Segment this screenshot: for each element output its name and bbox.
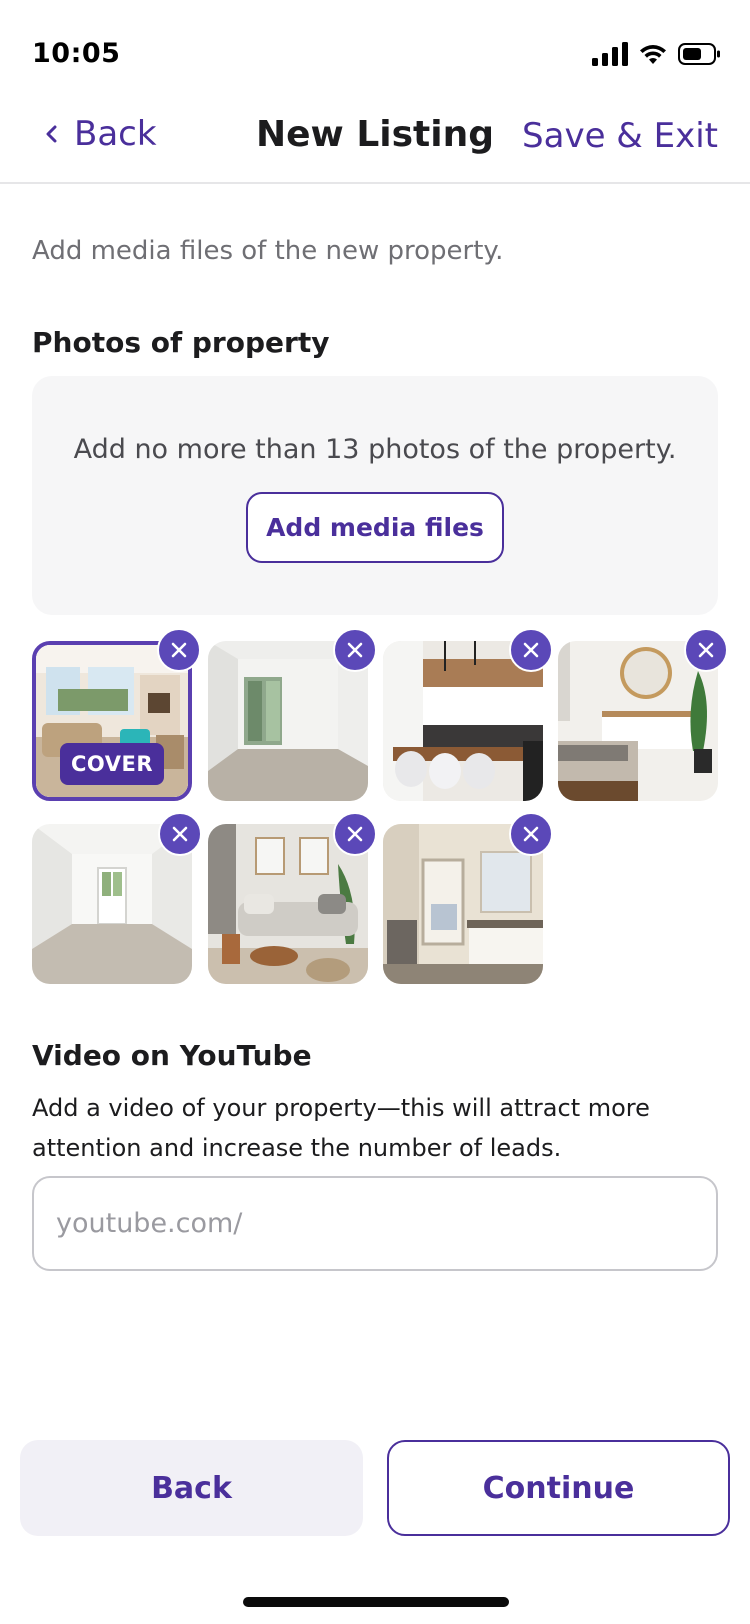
close-icon <box>347 642 363 658</box>
photo-limit-hint: Add no more than 13 photos of the proper… <box>73 434 677 465</box>
remove-photo-button[interactable] <box>684 628 728 672</box>
status-bar: 10:05 <box>0 0 750 100</box>
chevron-left-icon <box>46 125 57 143</box>
remove-photo-button[interactable] <box>333 628 377 672</box>
close-icon <box>523 826 539 842</box>
nav-back-label: Back <box>74 114 157 154</box>
status-icons <box>592 42 720 66</box>
close-icon <box>523 642 539 658</box>
status-time: 10:05 <box>32 38 121 69</box>
close-icon <box>698 642 714 658</box>
close-icon <box>172 826 188 842</box>
remove-photo-button[interactable] <box>157 628 201 672</box>
photo-dropzone: Add no more than 13 photos of the proper… <box>32 376 718 615</box>
wifi-icon <box>640 45 666 64</box>
remove-photo-button[interactable] <box>158 812 202 856</box>
home-indicator <box>243 1597 509 1607</box>
back-button[interactable]: Back <box>20 1440 363 1536</box>
video-description: Add a video of your property—this will a… <box>32 1094 650 1162</box>
youtube-url-input[interactable] <box>32 1176 718 1271</box>
close-icon <box>347 826 363 842</box>
photos-section-title: Photos of property <box>32 326 330 359</box>
intro-text: Add media files of the new property. <box>32 236 504 266</box>
remove-photo-button[interactable] <box>333 812 377 856</box>
cover-badge: COVER <box>60 743 164 785</box>
add-media-files-button[interactable]: Add media files <box>246 492 504 563</box>
signal-icon <box>592 42 628 66</box>
close-icon <box>171 642 187 658</box>
battery-icon <box>678 43 720 65</box>
navigation-bar: Back New Listing Save & Exit <box>0 100 750 184</box>
nav-back-button[interactable]: Back <box>44 114 157 154</box>
remove-photo-button[interactable] <box>509 628 553 672</box>
continue-button[interactable]: Continue <box>387 1440 730 1536</box>
save-exit-button[interactable]: Save & Exit <box>522 116 718 156</box>
remove-photo-button[interactable] <box>509 812 553 856</box>
video-section-title: Video on YouTube <box>32 1039 312 1072</box>
